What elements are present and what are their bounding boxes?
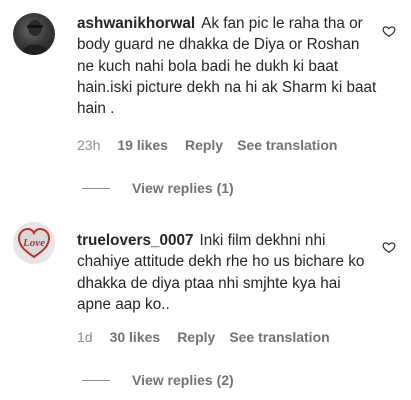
view-replies-button[interactable]: View replies (1) <box>82 180 234 196</box>
see-translation-button[interactable]: See translation <box>237 137 337 153</box>
profile-photo-icon <box>21 20 49 55</box>
avatar[interactable] <box>13 13 55 55</box>
timestamp: 23h <box>77 137 101 153</box>
love-heart-icon: Love <box>13 222 55 264</box>
view-replies-label: View replies (2) <box>132 372 234 388</box>
likes-count[interactable]: 30 likes <box>110 329 161 345</box>
see-translation-button[interactable]: See translation <box>229 329 329 345</box>
view-replies-label: View replies (1) <box>132 180 234 196</box>
comment-body: truelovers_0007 Inki film dekhni nhi chah… <box>77 230 377 315</box>
likes-count[interactable]: 19 likes <box>117 137 168 153</box>
reply-button[interactable]: Reply <box>185 137 223 153</box>
heart-outline-icon[interactable] <box>382 24 396 38</box>
avatar-text: Love <box>22 237 45 249</box>
comment-body: ashwanikhorwal Ak fan pic le raha tha or … <box>77 13 377 119</box>
username[interactable]: truelovers_0007 <box>77 232 194 249</box>
heart-outline-icon[interactable] <box>382 240 396 254</box>
username[interactable]: ashwanikhorwal <box>77 15 195 32</box>
divider-line <box>82 187 110 189</box>
reply-button[interactable]: Reply <box>177 329 215 345</box>
divider-line <box>82 379 110 381</box>
comment-meta: 1d 30 likes Reply See translation <box>77 329 330 345</box>
comment-meta: 23h 19 likes Reply See translation <box>77 137 337 153</box>
timestamp: 1d <box>77 329 93 345</box>
view-replies-button[interactable]: View replies (2) <box>82 372 234 388</box>
avatar[interactable]: Love <box>13 222 55 264</box>
